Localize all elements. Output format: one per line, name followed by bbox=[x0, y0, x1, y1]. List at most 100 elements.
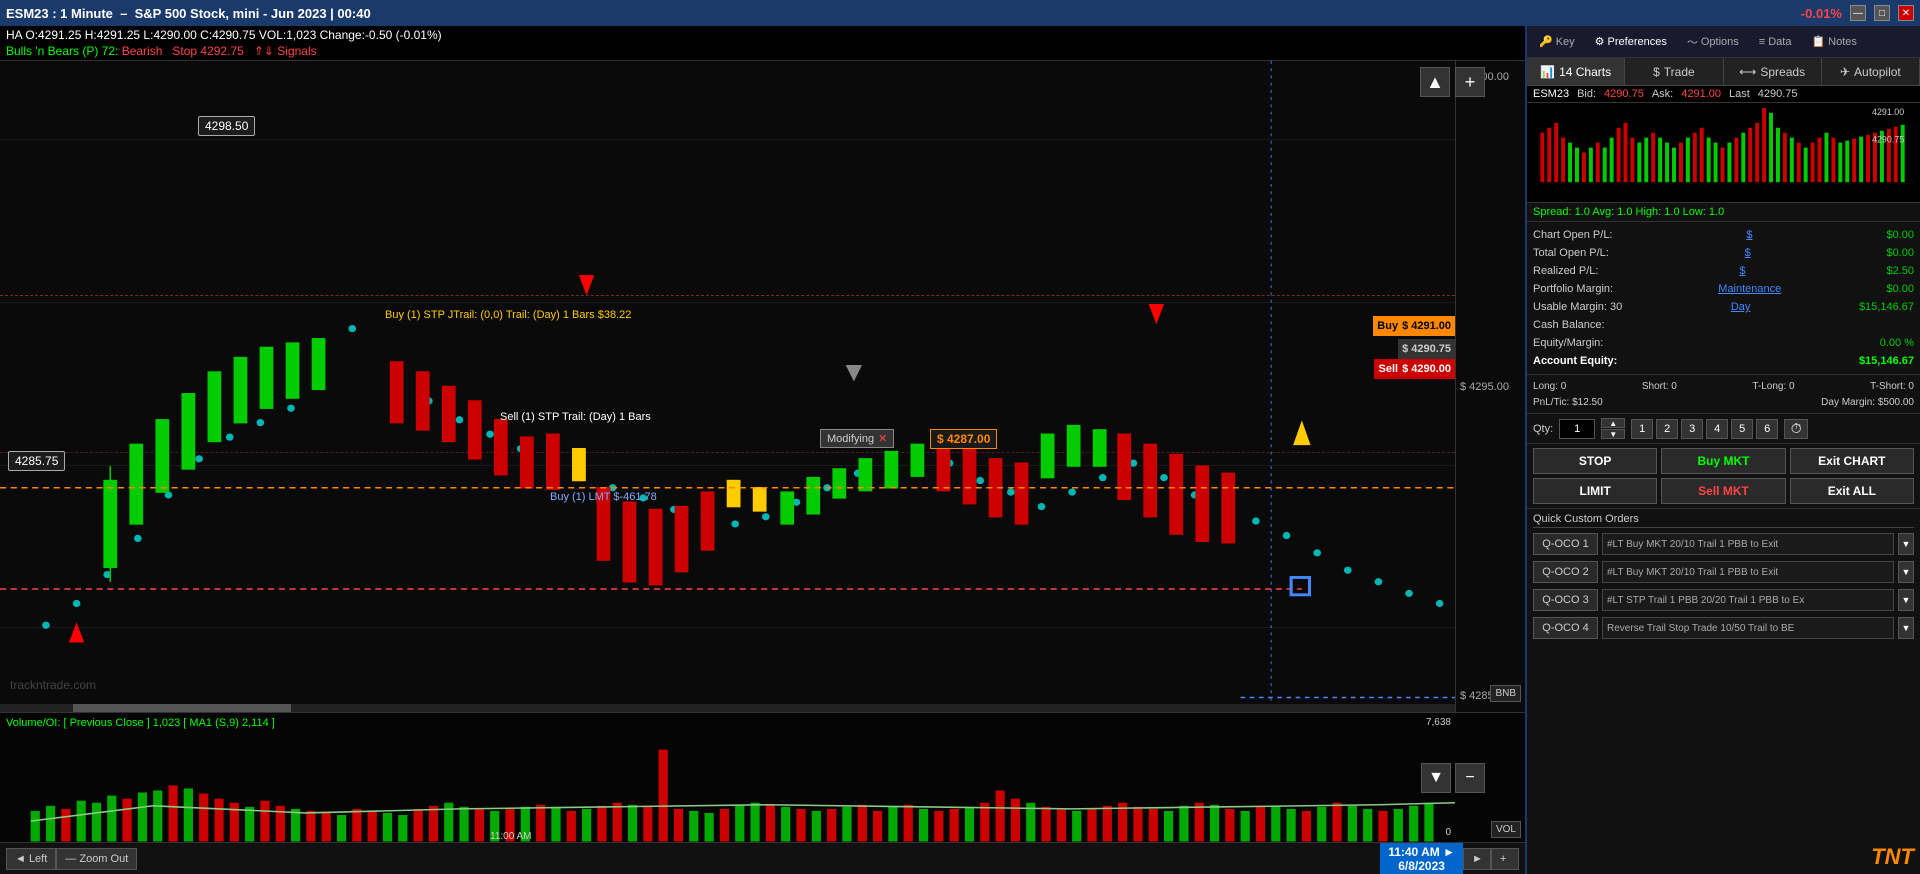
account-section: Long: 0 Short: 0 T-Long: 0 T-Short: 0 Pn… bbox=[1527, 375, 1920, 414]
bid-value: 4290.75 bbox=[1604, 88, 1644, 100]
svg-text:4291.00: 4291.00 bbox=[1872, 107, 1904, 117]
qco-2-arrow[interactable]: ▼ bbox=[1898, 561, 1914, 583]
qty-up-button[interactable]: ▲ bbox=[1601, 418, 1625, 428]
sell-trade-label[interactable]: Sell (1) STP Trail: (Day) 1 Bars bbox=[500, 411, 651, 423]
qty-presets: 1 2 3 4 5 6 bbox=[1631, 419, 1778, 439]
qty-input[interactable] bbox=[1559, 419, 1595, 439]
qty-preset-2[interactable]: 2 bbox=[1656, 419, 1678, 439]
total-open-pl-value: $0.00 bbox=[1886, 247, 1914, 259]
bid-ask-bar: ESM23 Bid: 4290.75 Ask: 4291.00 Last 429… bbox=[1527, 86, 1920, 103]
exit-all-button[interactable]: Exit ALL bbox=[1790, 478, 1914, 504]
notes-icon: 📋 bbox=[1811, 35, 1825, 48]
ask-label: Ask: bbox=[1652, 88, 1673, 100]
usable-margin-row: Usable Margin: 30 Day $15,146.67 bbox=[1533, 298, 1914, 316]
qty-preset-1[interactable]: 1 bbox=[1631, 419, 1653, 439]
equity-margin-row: Equity/Margin: 0.00 % bbox=[1533, 334, 1914, 352]
tab-notes[interactable]: 📋 Notes bbox=[1805, 33, 1862, 50]
qty-preset-5[interactable]: 5 bbox=[1731, 419, 1753, 439]
qty-preset-3[interactable]: 3 bbox=[1681, 419, 1703, 439]
buy-price-button[interactable]: Buy $ 4291.00 bbox=[1373, 316, 1455, 336]
scroll-up-button[interactable]: ▲ bbox=[1420, 67, 1450, 97]
qco-3-arrow[interactable]: ▼ bbox=[1898, 589, 1914, 611]
horizontal-scrollbar[interactable] bbox=[0, 704, 1455, 712]
qty-down-button[interactable]: ▼ bbox=[1601, 429, 1625, 439]
candle-chart-svg bbox=[0, 61, 1455, 712]
high-price-callout: 4298.50 bbox=[198, 116, 255, 136]
qco-3-value: #LT STP Trail 1 PBB 20/20 Trail 1 PBB to… bbox=[1602, 589, 1894, 611]
qco-4-value: Reverse Trail Stop Trade 10/50 Trail to … bbox=[1602, 617, 1894, 639]
buy-price-display: $ 4291.00 bbox=[1402, 320, 1451, 332]
exit-chart-button[interactable]: Exit CHART bbox=[1790, 448, 1914, 474]
zoom-out-button[interactable]: — Zoom Out bbox=[56, 848, 137, 870]
maximize-button[interactable]: □ bbox=[1874, 5, 1890, 21]
zoom-minus-button[interactable]: − bbox=[1455, 763, 1485, 793]
tab-charts[interactable]: 📊 14 Charts bbox=[1527, 58, 1625, 85]
chart-open-pl-link[interactable]: $ bbox=[1746, 229, 1752, 241]
realized-pl-link[interactable]: $ bbox=[1739, 265, 1745, 277]
options-icon: 〜 bbox=[1687, 34, 1698, 50]
qty-preset-6[interactable]: 6 bbox=[1756, 419, 1778, 439]
scrollbar-thumb[interactable] bbox=[73, 704, 291, 712]
qco-1-label[interactable]: Q-OCO 1 bbox=[1533, 533, 1598, 555]
usable-margin-value: $15,146.67 bbox=[1859, 301, 1914, 313]
right-scroll-button[interactable]: ► bbox=[1463, 848, 1491, 870]
qco-4-label[interactable]: Q-OCO 4 bbox=[1533, 617, 1598, 639]
clock-icon[interactable]: ⏱ bbox=[1784, 419, 1808, 439]
total-open-pl-link[interactable]: $ bbox=[1745, 247, 1751, 259]
minimize-button[interactable]: — bbox=[1850, 5, 1866, 21]
chart-canvas[interactable]: 4298.50 4285.75 Buy (1) STP JTrail: (0,0… bbox=[0, 61, 1525, 712]
sell-price-display: $ 4290.00 bbox=[1402, 363, 1451, 375]
buy-mkt-button[interactable]: Buy MKT bbox=[1661, 448, 1785, 474]
low-price-value: 4285.75 bbox=[15, 454, 58, 468]
tab-spreads[interactable]: ⟷ Spreads bbox=[1724, 58, 1822, 85]
tab-key[interactable]: 🔑 Key bbox=[1533, 33, 1581, 50]
qty-preset-4[interactable]: 4 bbox=[1706, 419, 1728, 439]
qco-2-value: #LT Buy MKT 20/10 Trail 1 PBB to Exit bbox=[1602, 561, 1894, 583]
qco-1-arrow[interactable]: ▼ bbox=[1898, 533, 1914, 555]
zoom-plus-button[interactable]: + bbox=[1455, 67, 1485, 97]
qco-row-2: Q-OCO 2 #LT Buy MKT 20/10 Trail 1 PBB to… bbox=[1533, 560, 1914, 584]
stop-label: Stop 4292.75 bbox=[172, 44, 243, 58]
title-bar-controls: -0.01% — □ ✕ bbox=[1801, 5, 1914, 21]
tab-data[interactable]: ≡ Data bbox=[1753, 34, 1798, 50]
buy-trade-label[interactable]: Buy (1) STP JTrail: (0,0) Trail: (Day) 1… bbox=[385, 309, 631, 321]
panel-mid-tabs: 📊 14 Charts $ Trade ⟷ Spreads ✈ Autopilo… bbox=[1527, 58, 1920, 86]
title-bar: ESM23 : 1 Minute – S&P 500 Stock, mini -… bbox=[0, 0, 1920, 26]
maintenance-link[interactable]: Maintenance bbox=[1718, 283, 1781, 295]
tab-trade[interactable]: $ Trade bbox=[1625, 58, 1723, 85]
stop-button[interactable]: STOP bbox=[1533, 448, 1657, 474]
qco-3-label[interactable]: Q-OCO 3 bbox=[1533, 589, 1598, 611]
buy-lmt-label[interactable]: Buy (1) LMT $-461.78 bbox=[550, 491, 657, 503]
tab-options[interactable]: 〜 Options bbox=[1681, 32, 1745, 52]
mini-chart-svg: 4291.00 4290.75 bbox=[1527, 103, 1920, 202]
vol-button[interactable]: VOL bbox=[1491, 821, 1521, 838]
qco-2-label[interactable]: Q-OCO 2 bbox=[1533, 561, 1598, 583]
symbol-display: ESM23 bbox=[1533, 88, 1569, 100]
trade-icon: $ bbox=[1653, 65, 1660, 79]
scroll-down-button[interactable]: ▼ bbox=[1421, 763, 1451, 793]
day-link[interactable]: Day bbox=[1731, 301, 1751, 313]
svg-text:4290.75: 4290.75 bbox=[1872, 135, 1904, 145]
indicator-row: Bulls 'n Bears (P) 72: Bearish Stop 4292… bbox=[6, 44, 1519, 58]
pnl-section: Chart Open P/L: $ $0.00 Total Open P/L: … bbox=[1527, 222, 1920, 375]
tab-autopilot[interactable]: ✈ Autopilot bbox=[1822, 58, 1920, 85]
tab-preferences[interactable]: ⚙ Preferences bbox=[1589, 33, 1673, 50]
last-value: 4290.75 bbox=[1758, 88, 1798, 100]
key-icon: 🔑 bbox=[1539, 35, 1553, 48]
zoom-in-button[interactable]: + bbox=[1491, 848, 1519, 870]
bulls-label: Bulls 'n Bears (P) 72: bbox=[6, 44, 118, 58]
date-value: 6/8/2023 bbox=[1388, 859, 1455, 873]
bnb-button[interactable]: BNB bbox=[1490, 685, 1521, 702]
limit-button[interactable]: LIMIT bbox=[1533, 478, 1657, 504]
ask-value: 4291.00 bbox=[1681, 88, 1721, 100]
qco-row-1: Q-OCO 1 #LT Buy MKT 20/10 Trail 1 PBB to… bbox=[1533, 532, 1914, 556]
buy-price-display: $ 4290.75 bbox=[1398, 339, 1455, 359]
modifying-close[interactable]: ✕ bbox=[878, 432, 887, 445]
sell-mkt-button[interactable]: Sell MKT bbox=[1661, 478, 1785, 504]
left-scroll-button[interactable]: ◄ Left bbox=[6, 848, 56, 870]
qco-1-value: #LT Buy MKT 20/10 Trail 1 PBB to Exit bbox=[1602, 533, 1894, 555]
close-button[interactable]: ✕ bbox=[1898, 5, 1914, 21]
qco-4-arrow[interactable]: ▼ bbox=[1898, 617, 1914, 639]
sell-price-button[interactable]: Sell $ 4290.00 bbox=[1374, 359, 1455, 379]
last-label: Last bbox=[1729, 88, 1750, 100]
